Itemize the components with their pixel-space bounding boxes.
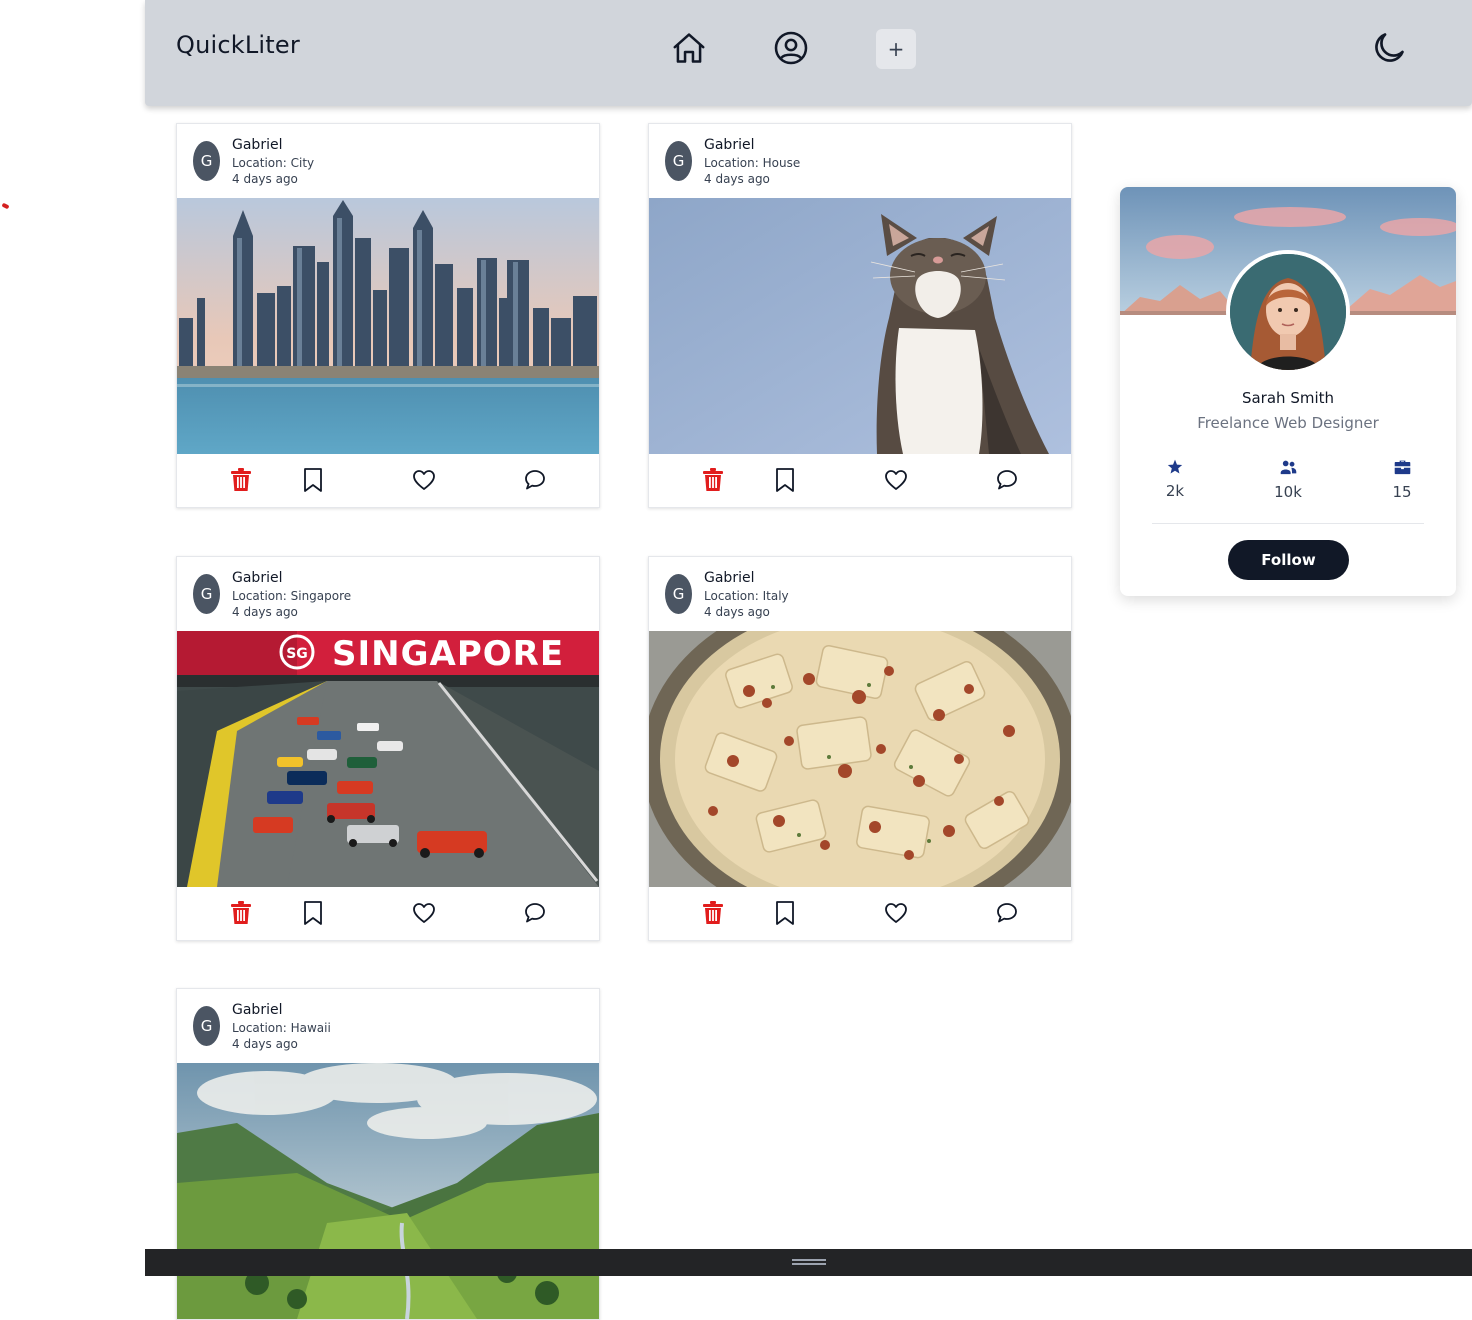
profile-card: Sarah Smith Freelance Web Designer 2k 10… — [1120, 187, 1456, 596]
bookmark-icon[interactable] — [298, 465, 328, 495]
trash-icon[interactable] — [226, 465, 256, 495]
avatar[interactable]: G — [665, 574, 692, 614]
resize-handle-icon[interactable] — [792, 1259, 826, 1265]
plus-icon: + — [887, 37, 905, 61]
post-image-cat[interactable] — [649, 198, 1071, 454]
navbar: QuickLiter + — [145, 0, 1472, 106]
follow-button[interactable]: Follow — [1228, 540, 1349, 580]
post-time: 4 days ago — [232, 172, 298, 186]
add-post-button[interactable]: + — [876, 29, 916, 69]
post-header: G Gabriel Location: Italy 4 days ago — [649, 557, 1071, 631]
heart-icon[interactable] — [409, 898, 439, 928]
star-icon — [1167, 459, 1183, 474]
post-card: G Gabriel Location: Italy 4 days ago — [648, 556, 1072, 941]
profile-name: Sarah Smith — [1241, 389, 1335, 407]
bottom-bar — [145, 1249, 1472, 1276]
brand-logo[interactable]: QuickLiter — [176, 31, 300, 59]
post-header: G Gabriel Location: House 4 days ago — [649, 124, 1071, 198]
stat-stars: 2k — [1145, 459, 1205, 500]
trash-icon[interactable] — [226, 898, 256, 928]
post-actions — [177, 887, 599, 940]
comment-icon[interactable] — [992, 898, 1022, 928]
comment-icon[interactable] — [992, 465, 1022, 495]
post-image-pasta[interactable] — [649, 631, 1071, 887]
bookmark-icon[interactable] — [298, 898, 328, 928]
profile-divider — [1152, 523, 1424, 524]
post-image-valley[interactable] — [177, 1063, 599, 1319]
post-author[interactable]: Gabriel — [704, 570, 754, 586]
avatar[interactable]: G — [193, 1006, 220, 1046]
post-time: 4 days ago — [704, 172, 770, 186]
post-card: G Gabriel Location: Singapore 4 days ago… — [176, 556, 600, 941]
post-time: 4 days ago — [232, 605, 298, 619]
post-header: G Gabriel Location: Singapore 4 days ago — [177, 557, 599, 631]
profile-role: Freelance Web Designer — [1197, 414, 1379, 432]
stat-value: 2k — [1165, 482, 1185, 500]
post-image-singapore[interactable]: SG SINGAPORE — [177, 631, 599, 887]
home-icon[interactable] — [669, 28, 709, 68]
bookmark-icon[interactable] — [770, 465, 800, 495]
post-header: G Gabriel Location: City 4 days ago — [177, 124, 599, 198]
stat-value: 15 — [1392, 483, 1412, 501]
heart-icon[interactable] — [409, 465, 439, 495]
post-time: 4 days ago — [232, 1037, 298, 1051]
heart-icon[interactable] — [881, 465, 911, 495]
profile-avatar[interactable] — [1226, 250, 1350, 374]
post-location: Location: City — [232, 156, 315, 170]
post-author[interactable]: Gabriel — [704, 137, 754, 153]
trash-icon[interactable] — [698, 465, 728, 495]
moon-icon[interactable] — [1369, 28, 1409, 68]
user-circle-icon[interactable] — [771, 28, 811, 68]
heart-icon[interactable] — [881, 898, 911, 928]
post-location: Location: House — [704, 156, 801, 170]
banner-text: SINGAPORE — [332, 634, 564, 674]
post-actions — [177, 454, 599, 507]
stat-friends: 10k — [1258, 459, 1318, 501]
post-location: Location: Italy — [704, 589, 789, 603]
post-header: G Gabriel Location: Hawaii 4 days ago — [177, 989, 599, 1063]
users-icon — [1280, 460, 1296, 475]
post-card: G Gabriel Location: House 4 days ago — [648, 123, 1072, 508]
post-location: Location: Hawaii — [232, 1021, 331, 1035]
stray-mark — [1, 202, 10, 210]
post-author[interactable]: Gabriel — [232, 570, 282, 586]
post-actions — [649, 887, 1071, 940]
post-location: Location: Singapore — [232, 589, 352, 603]
briefcase-icon — [1394, 460, 1410, 475]
trash-icon[interactable] — [698, 898, 728, 928]
post-author[interactable]: Gabriel — [232, 1002, 282, 1018]
bookmark-icon[interactable] — [770, 898, 800, 928]
stat-projects: 15 — [1372, 459, 1432, 501]
post-card: G Gabriel Location: City 4 days ago — [176, 123, 600, 508]
app: QuickLiter + G Gabriel Location: City 4 … — [145, 0, 1472, 1320]
post-actions — [649, 454, 1071, 507]
banner-badge: SG — [286, 646, 308, 662]
comment-icon[interactable] — [520, 898, 550, 928]
avatar[interactable]: G — [193, 574, 220, 614]
post-image-city[interactable] — [177, 198, 599, 454]
avatar[interactable]: G — [665, 141, 692, 181]
stat-value: 10k — [1274, 483, 1302, 501]
post-author[interactable]: Gabriel — [232, 137, 282, 153]
post-time: 4 days ago — [704, 605, 770, 619]
comment-icon[interactable] — [520, 465, 550, 495]
avatar[interactable]: G — [193, 141, 220, 181]
